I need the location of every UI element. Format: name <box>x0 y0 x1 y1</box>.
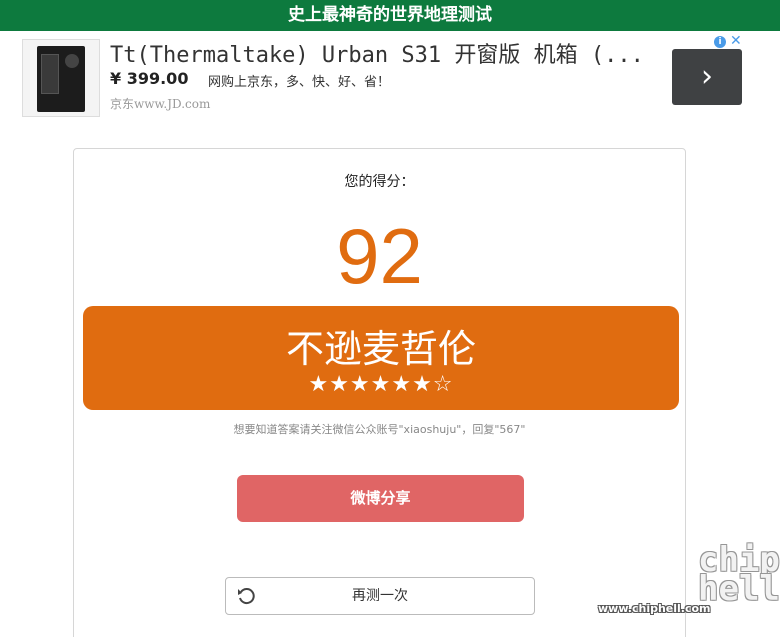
pc-case-fan <box>65 54 79 68</box>
result-card: 您的得分： 92 不逊麦哲伦 ★★★★★★☆ 想要知道答案请关注微信公众账号"x… <box>73 148 686 637</box>
ad-banner[interactable]: Tt(Thermaltake) Urban S31 开窗版 机箱 (... ¥ … <box>0 31 780 121</box>
ad-price: ¥ 399.00 <box>110 69 189 88</box>
ad-slogan: 网购上京东，多、快、好、省！ <box>208 75 391 90</box>
ad-choices[interactable]: i ✕ <box>714 33 742 49</box>
chevron-right-icon: › <box>701 59 713 94</box>
result-title: 不逊麦哲伦 <box>285 327 476 371</box>
answer-hint: 想要知道答案请关注微信公众账号"xiaoshuju"，回复"567" <box>233 423 526 436</box>
result-banner: 不逊麦哲伦 ★★★★★★☆ <box>83 306 679 410</box>
star-rating: ★★★★★★☆ <box>308 372 454 397</box>
ad-product-image[interactable] <box>22 39 100 117</box>
refresh-icon <box>238 588 255 605</box>
close-icon[interactable]: ✕ <box>730 33 742 49</box>
retry-button[interactable]: 再测一次 <box>225 577 535 615</box>
watermark: chip hell www.chiphell.com <box>598 540 780 637</box>
pc-case-window <box>41 54 59 94</box>
ad-title[interactable]: Tt(Thermaltake) Urban S31 开窗版 机箱 (... <box>110 37 644 69</box>
ad-domain: 京东www.JD.com <box>110 97 211 111</box>
page-title: 史上最神奇的世界地理测试 <box>288 5 492 25</box>
weibo-share-button[interactable]: 微博分享 <box>237 475 524 522</box>
score-label: 您的得分： <box>344 174 415 190</box>
retry-label: 再测一次 <box>352 588 408 604</box>
info-icon[interactable]: i <box>714 36 726 48</box>
ad-open-button[interactable]: › <box>672 49 742 105</box>
watermark-logo: chip hell <box>698 540 780 609</box>
page-header: 史上最神奇的世界地理测试 <box>0 0 780 31</box>
score-value: 92 <box>336 212 423 300</box>
watermark-url: www.chiphell.com <box>598 602 711 615</box>
